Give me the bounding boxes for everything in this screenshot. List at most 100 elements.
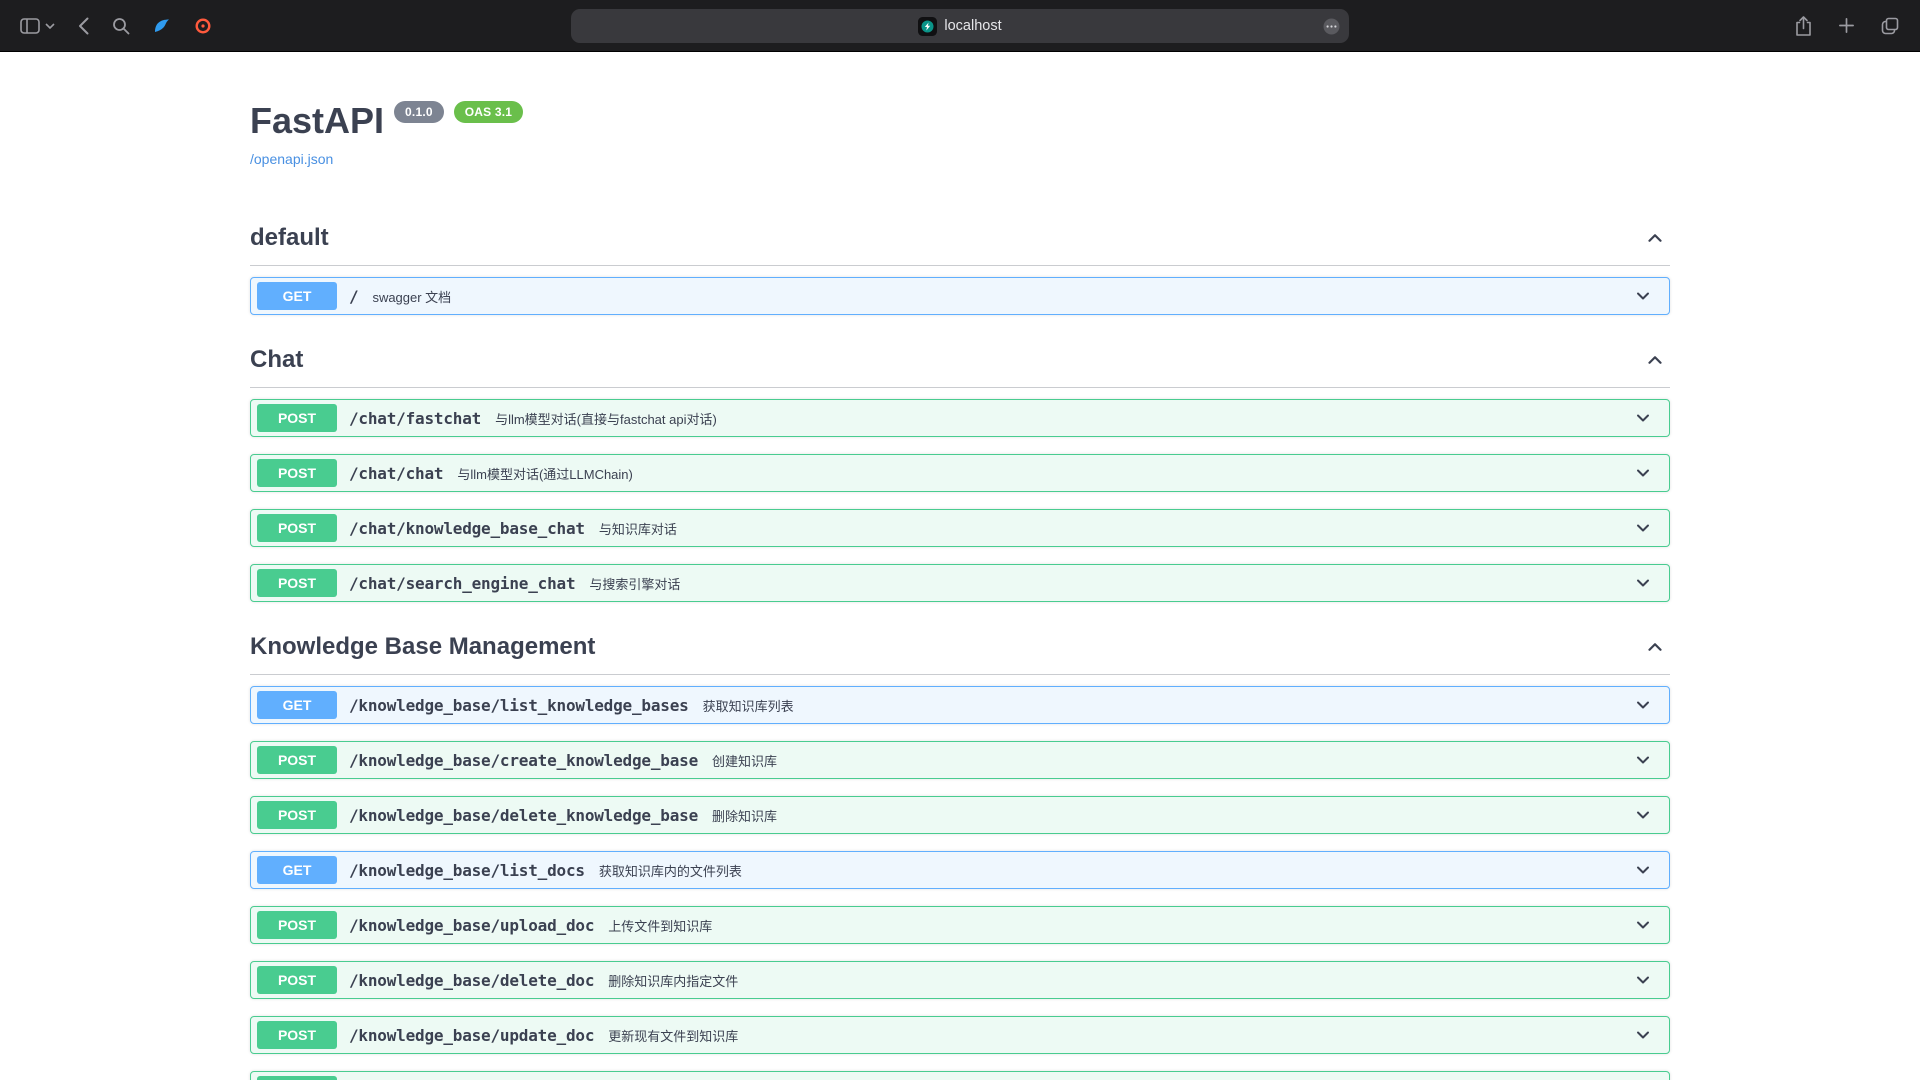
endpoint-path: /knowledge_base/upload_doc [349, 916, 594, 935]
endpoint-row[interactable]: POST /knowledge_base/recreate_vector_sto… [250, 1071, 1670, 1080]
endpoint-path: /knowledge_base/list_knowledge_bases [349, 696, 689, 715]
endpoint-path: /chat/fastchat [349, 409, 481, 428]
expand-endpoint-button[interactable] [1629, 282, 1657, 310]
search-icon [112, 17, 130, 35]
chevron-down-icon [1633, 970, 1653, 990]
endpoint-row[interactable]: POST /chat/knowledge_base_chat 与知识库对话 [250, 509, 1670, 547]
endpoint-path: / [349, 287, 358, 306]
endpoint-description: swagger 文档 [372, 287, 451, 306]
openapi-spec-link[interactable]: /openapi.json [250, 151, 333, 167]
collapse-section-button[interactable] [1640, 345, 1670, 375]
endpoint-path: /chat/knowledge_base_chat [349, 519, 585, 538]
sidebar-toggle-button[interactable] [18, 16, 57, 36]
chevron-down-icon [1633, 1025, 1653, 1045]
toolbar-left-group [18, 15, 214, 37]
method-badge: POST [257, 966, 337, 994]
chevron-down-icon [1633, 695, 1653, 715]
endpoint-row[interactable]: POST /chat/search_engine_chat 与搜索引擎对话 [250, 564, 1670, 602]
endpoint-description: 与知识库对话 [599, 519, 677, 538]
new-tab-button[interactable] [1836, 15, 1857, 36]
method-badge: GET [257, 691, 337, 719]
endpoint-description: 更新现有文件到知识库 [608, 1026, 738, 1045]
endpoint-row[interactable]: POST /knowledge_base/create_knowledge_ba… [250, 741, 1670, 779]
section-title: default [250, 224, 329, 252]
endpoint-row[interactable]: GET /knowledge_base/list_docs 获取知识库内的文件列… [250, 851, 1670, 889]
endpoint-row[interactable]: POST /knowledge_base/delete_knowledge_ba… [250, 796, 1670, 834]
endpoint-description: 与llm模型对话(直接与fastchat api对话) [495, 409, 717, 428]
endpoint-path: /knowledge_base/delete_knowledge_base [349, 806, 698, 825]
endpoint-row[interactable]: POST /knowledge_base/upload_doc 上传文件到知识库 [250, 906, 1670, 944]
method-badge: POST [257, 1076, 337, 1080]
address-bar-url: localhost [944, 18, 1001, 34]
collapse-section-button[interactable] [1640, 632, 1670, 662]
endpoint-row[interactable]: GET /knowledge_base/list_knowledge_bases… [250, 686, 1670, 724]
share-button[interactable] [1792, 13, 1815, 39]
endpoint-row[interactable]: POST /chat/fastchat 与llm模型对话(直接与fastchat… [250, 399, 1670, 437]
expand-endpoint-button[interactable] [1629, 911, 1657, 939]
expand-endpoint-button[interactable] [1629, 746, 1657, 774]
endpoint-list: POST /chat/fastchat 与llm模型对话(直接与fastchat… [250, 399, 1670, 602]
endpoint-path: /knowledge_base/create_knowledge_base [349, 751, 698, 770]
method-badge: POST [257, 404, 337, 432]
endpoint-description: 删除知识库 [712, 806, 777, 825]
expand-endpoint-button[interactable] [1629, 801, 1657, 829]
endpoint-path: /knowledge_base/update_doc [349, 1026, 594, 1045]
blue-extension-icon [153, 17, 171, 35]
endpoint-row[interactable]: POST /chat/chat 与llm模型对话(通过LLMChain) [250, 454, 1670, 492]
endpoint-row[interactable]: POST /knowledge_base/delete_doc 删除知识库内指定… [250, 961, 1670, 999]
share-icon [1794, 15, 1813, 37]
expand-endpoint-button[interactable] [1629, 691, 1657, 719]
endpoint-row[interactable]: GET / swagger 文档 [250, 277, 1670, 315]
api-section: Knowledge Base Management GET /knowledge… [250, 632, 1670, 1080]
blue-extension-button[interactable] [151, 15, 173, 37]
chevron-up-icon [1644, 227, 1666, 249]
endpoint-list: GET / swagger 文档 [250, 277, 1670, 315]
section-header[interactable]: Chat [250, 345, 1670, 388]
section-header[interactable]: default [250, 223, 1670, 266]
endpoint-path: /chat/search_engine_chat [349, 574, 575, 593]
search-button[interactable] [110, 15, 132, 37]
back-button[interactable] [76, 15, 91, 37]
method-badge: POST [257, 514, 337, 542]
page-content: FastAPI 0.1.0 OAS 3.1 /openapi.json defa… [0, 52, 1920, 1080]
chevron-down-icon [45, 23, 55, 29]
endpoint-description: 与llm模型对话(通过LLMChain) [457, 464, 633, 483]
chevron-down-icon [1633, 518, 1653, 538]
expand-endpoint-button[interactable] [1629, 856, 1657, 884]
orange-extension-button[interactable] [192, 15, 214, 37]
page-menu-button[interactable] [1322, 17, 1341, 36]
expand-endpoint-button[interactable] [1629, 1021, 1657, 1049]
endpoint-description: 获取知识库内的文件列表 [599, 861, 742, 880]
chevron-up-icon [1644, 349, 1666, 371]
endpoint-description: 与搜索引擎对话 [589, 574, 680, 593]
address-bar[interactable]: localhost [571, 9, 1349, 43]
endpoint-description: 上传文件到知识库 [608, 916, 712, 935]
plus-icon [1838, 17, 1855, 34]
tab-overview-icon [1880, 16, 1900, 36]
expand-endpoint-button[interactable] [1629, 514, 1657, 542]
method-badge: POST [257, 911, 337, 939]
method-badge: POST [257, 1021, 337, 1049]
method-badge: POST [257, 801, 337, 829]
ellipsis-circle-icon [1322, 17, 1341, 36]
endpoint-path: /chat/chat [349, 464, 443, 483]
page-title: FastAPI [250, 100, 384, 142]
expand-endpoint-button[interactable] [1629, 1076, 1657, 1080]
section-title: Chat [250, 346, 303, 374]
expand-endpoint-button[interactable] [1629, 404, 1657, 432]
chevron-up-icon [1644, 636, 1666, 658]
chevron-down-icon [1633, 915, 1653, 935]
collapse-section-button[interactable] [1640, 223, 1670, 253]
expand-endpoint-button[interactable] [1629, 459, 1657, 487]
method-badge: POST [257, 746, 337, 774]
expand-endpoint-button[interactable] [1629, 966, 1657, 994]
tab-overview-button[interactable] [1878, 14, 1902, 38]
section-title: Knowledge Base Management [250, 633, 595, 661]
section-header[interactable]: Knowledge Base Management [250, 632, 1670, 675]
version-badge: 0.1.0 [394, 101, 444, 123]
expand-endpoint-button[interactable] [1629, 569, 1657, 597]
chevron-down-icon [1633, 805, 1653, 825]
endpoint-row[interactable]: POST /knowledge_base/update_doc 更新现有文件到知… [250, 1016, 1670, 1054]
method-badge: POST [257, 459, 337, 487]
chevron-down-icon [1633, 408, 1653, 428]
